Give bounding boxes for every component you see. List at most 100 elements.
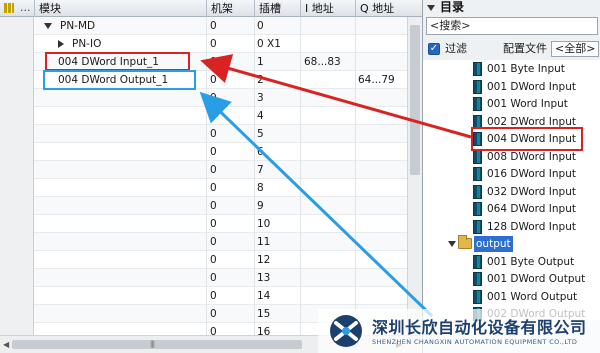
table-row[interactable]: 08 — [0, 179, 407, 197]
catalog-item[interactable]: 001 Word Output — [423, 288, 600, 306]
module-cell[interactable] — [34, 305, 206, 323]
q-address-column-header[interactable]: Q 地址 — [355, 0, 415, 17]
table-row[interactable]: PN-MD 0 0 — [0, 17, 407, 35]
filter-checkbox[interactable]: ✓ — [428, 43, 440, 55]
table-header: ... 模块 机架 插槽 I 地址 Q 地址 — [0, 0, 422, 17]
catalog-item-label: 001 Byte Output — [487, 255, 575, 268]
module-cell[interactable] — [34, 251, 206, 269]
collapse-icon[interactable] — [58, 40, 64, 48]
catalog-folder-output[interactable]: output — [423, 235, 600, 253]
q-address-cell: 64...79 — [358, 74, 395, 86]
module-cell[interactable] — [34, 287, 206, 305]
table-row[interactable]: 03 — [0, 89, 407, 107]
module-cell[interactable] — [34, 89, 206, 107]
scroll-thumb[interactable] — [410, 25, 420, 175]
filter-row: ✓ 过滤 配置文件 <全部> — [427, 40, 599, 58]
module-cell[interactable]: PN-IO — [34, 35, 206, 53]
scroll-thumb[interactable] — [12, 340, 302, 349]
i-address-cell — [304, 269, 356, 287]
i-address-cell — [304, 251, 356, 269]
slot-cell: 2 — [257, 74, 264, 86]
i-address-cell — [304, 161, 356, 179]
catalog-title[interactable]: 目录 — [427, 0, 464, 17]
collapse-icon[interactable] — [427, 4, 435, 11]
q-address-cell — [358, 143, 408, 161]
catalog-item[interactable]: 001 Word Input — [423, 95, 600, 113]
table-row[interactable]: 0 11 — [0, 233, 407, 251]
rack-cell: 0 — [210, 110, 217, 122]
table-vertical-scrollbar[interactable] — [407, 17, 422, 335]
table-row[interactable]: 0 10 — [0, 215, 407, 233]
module-cell[interactable] — [34, 107, 206, 125]
slot-cell: 15 — [257, 308, 271, 320]
catalog-item[interactable]: 001 Byte Output — [423, 253, 600, 271]
config-select[interactable]: <全部> — [551, 41, 599, 57]
rack-cell: 0 — [210, 92, 217, 104]
table-row[interactable]: 04 — [0, 107, 407, 125]
module-cell[interactable] — [34, 269, 206, 287]
rack-column-header[interactable]: 机架 — [206, 0, 254, 17]
catalog-item-label: 064 DWord Input — [487, 203, 576, 215]
table-row[interactable]: 09 — [0, 197, 407, 215]
catalog-item[interactable]: 001 DWord Input — [423, 78, 600, 96]
catalog-item[interactable]: 128 DWord Input — [423, 218, 600, 236]
slot-cell: 10 — [257, 218, 271, 230]
i-address-cell — [304, 35, 356, 53]
i-address-cell — [304, 71, 356, 89]
q-address-cell — [358, 197, 408, 215]
module-cell[interactable] — [34, 125, 206, 143]
module-cell[interactable] — [34, 233, 206, 251]
row-gutter — [0, 17, 34, 35]
row-gutter — [0, 251, 34, 269]
expand-icon[interactable] — [448, 241, 456, 247]
table-row[interactable]: 0 13 — [0, 269, 407, 287]
slot-cell: 13 — [257, 272, 271, 284]
slot-cell: 1 — [257, 56, 264, 68]
rack-cell: 0 — [210, 308, 217, 320]
i-address-column-header[interactable]: I 地址 — [300, 0, 356, 17]
q-address-cell — [358, 215, 408, 233]
table-row[interactable]: 05 — [0, 125, 407, 143]
module-icon — [473, 184, 482, 199]
extra-column-header[interactable]: ... — [20, 0, 31, 15]
module-cell[interactable] — [34, 179, 206, 197]
module-icon — [473, 97, 482, 111]
table-row[interactable]: PN-IO 0 0 X1 — [0, 35, 407, 53]
catalog-item-label: 001 Byte Input — [487, 63, 565, 75]
slot-cell: 4 — [257, 110, 264, 122]
module-cell[interactable] — [34, 143, 206, 161]
row-gutter — [0, 215, 34, 233]
module-cell[interactable]: PN-MD — [34, 17, 206, 35]
folder-icon — [458, 235, 472, 249]
rack-cell: 0 — [210, 236, 217, 248]
company-name: 深圳长欣自动化设备有限公司 — [372, 318, 587, 337]
filter-label: 过滤 — [445, 42, 467, 55]
slot-column-header[interactable]: 插槽 — [254, 0, 302, 17]
output-module-highlight — [43, 70, 196, 90]
table-row[interactable]: 06 — [0, 143, 407, 161]
i-address-cell — [304, 125, 356, 143]
catalog-item[interactable]: 001 Byte Input — [423, 60, 600, 78]
scroll-grip-icon: ||| — [150, 340, 155, 348]
i-address-cell — [304, 143, 356, 161]
catalog-item[interactable]: 016 DWord Input — [423, 165, 600, 183]
module-icon — [473, 167, 482, 181]
table-row[interactable]: 0 14 — [0, 287, 407, 305]
table-row[interactable]: 0 12 — [0, 251, 407, 269]
q-address-cell — [358, 251, 408, 269]
catalog-item-label: 032 DWord Input — [487, 185, 576, 198]
module-cell[interactable] — [34, 215, 206, 233]
module-column-header[interactable]: 模块 — [34, 0, 210, 17]
module-cell[interactable] — [34, 161, 206, 179]
table-row[interactable]: 07 — [0, 161, 407, 179]
scroll-left-icon[interactable]: ◀ — [3, 340, 9, 349]
catalog-item[interactable]: 001 DWord Output — [423, 270, 600, 288]
catalog-item[interactable]: 064 DWord Input — [423, 200, 600, 218]
catalog-item[interactable]: 032 DWord Input — [423, 183, 600, 201]
expand-icon[interactable] — [44, 23, 52, 29]
row-gutter — [0, 269, 34, 287]
slot-cell: 11 — [257, 236, 271, 248]
module-cell[interactable] — [34, 197, 206, 215]
search-input[interactable]: <搜索> — [426, 17, 598, 35]
q-address-cell — [358, 179, 408, 197]
